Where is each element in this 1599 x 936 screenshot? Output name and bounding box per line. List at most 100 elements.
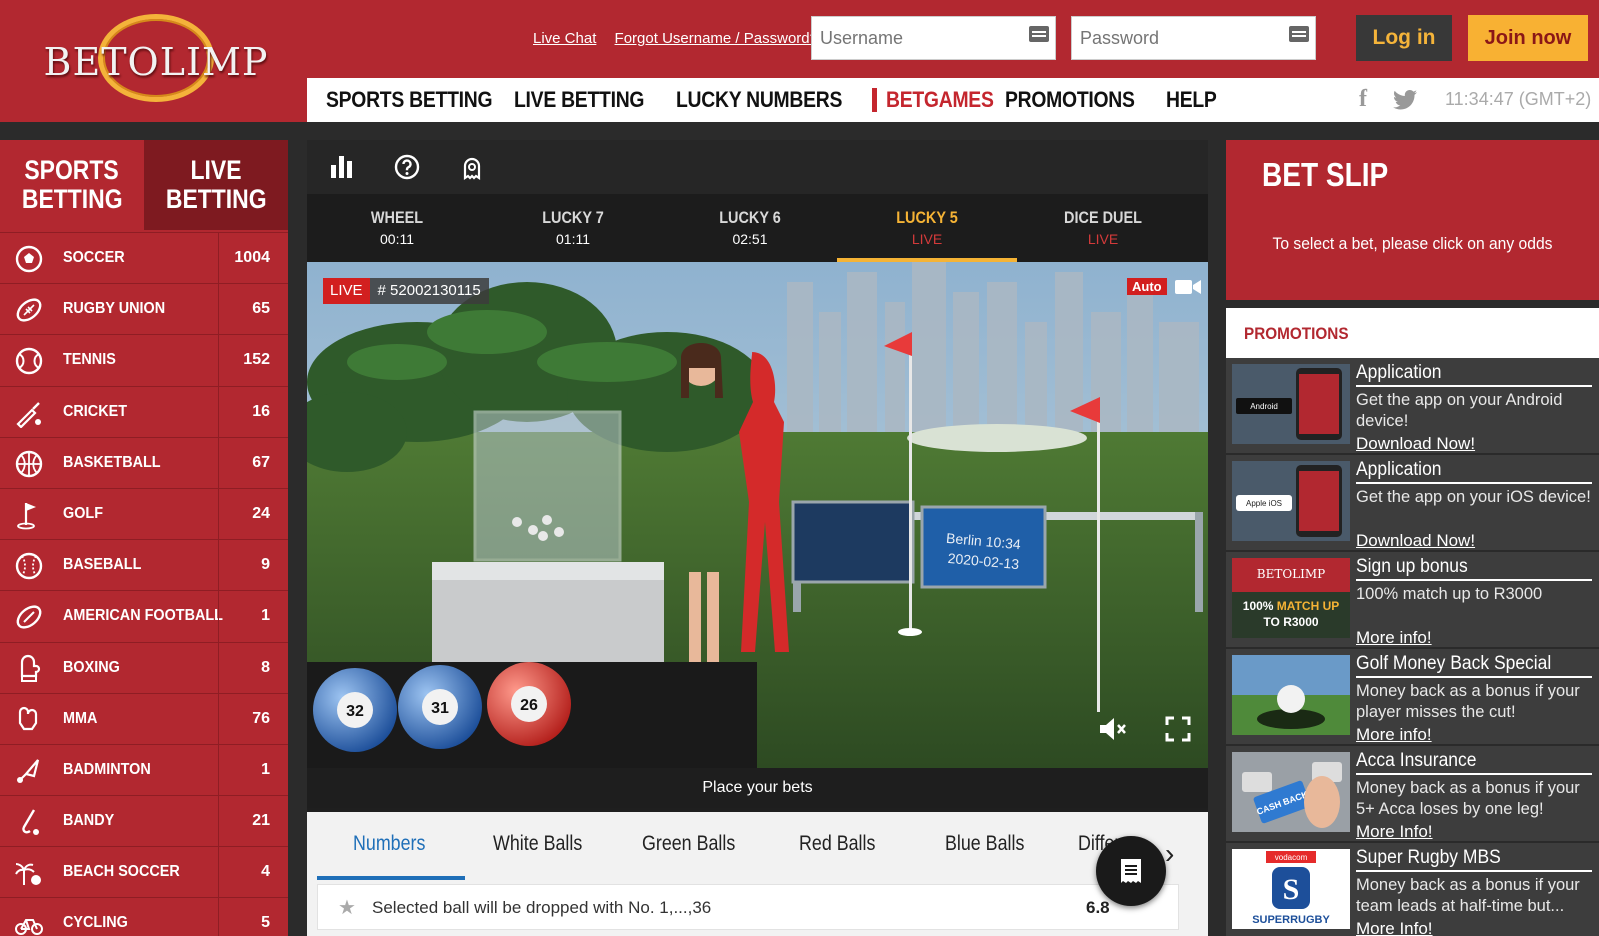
svg-text:100% MATCH UP: 100% MATCH UP <box>1243 599 1339 613</box>
forgot-password-link[interactable]: Forgot Username / Password? <box>615 30 818 47</box>
promotion-card[interactable]: BETOLIMP 100% MATCH UP TO R3000 Sign up bon… <box>1226 552 1599 649</box>
promotion-thumbnail: Apple iOS <box>1232 461 1350 541</box>
tab-white-balls[interactable]: White Balls <box>493 832 582 878</box>
live-chat-link[interactable]: Live Chat <box>533 30 596 47</box>
betolimp-logo[interactable]: BETOLIMP <box>36 14 276 104</box>
sport-name: CYCLING <box>63 914 128 932</box>
game-tab-name: WHEEL <box>370 208 424 227</box>
favorite-star-icon[interactable]: ★ <box>338 895 356 920</box>
game-tab[interactable]: WHEEL 00:11 <box>307 194 487 262</box>
live-video-stream[interactable]: Berlin 10:34 2020-02-13 32 31 26 LIVE # … <box>307 262 1208 768</box>
promotion-card[interactable]: Apple iOS Application Get the app on your … <box>1226 455 1599 552</box>
main-navigation: SPORTS BETTING LIVE BETTING LUCKY NUMBER… <box>307 78 1599 122</box>
promotion-link[interactable]: Download Now! <box>1356 434 1475 454</box>
promotion-description: 100% match up to R3000 <box>1356 585 1543 603</box>
sport-row[interactable]: TENNIS 152 <box>0 334 288 387</box>
sport-divider <box>218 540 219 592</box>
promotion-link[interactable]: More info! <box>1356 725 1432 745</box>
bet-slip-title: BET SLIP <box>1262 156 1389 193</box>
sport-name: BEACH SOCCER <box>63 863 180 881</box>
sport-row[interactable]: CRICKET 16 <box>0 385 288 438</box>
sport-row[interactable]: RUGBY UNION 65 <box>0 283 288 336</box>
camera-icon[interactable] <box>1175 278 1201 296</box>
promotion-card[interactable]: vodacom S SUPERRUGBY Super Rugby MBS Money b… <box>1226 843 1599 936</box>
sport-row[interactable]: AMERICAN FOOTBALL 1 <box>0 590 288 643</box>
sport-row[interactable]: BASEBALL 9 <box>0 539 288 592</box>
boxing-glove-icon <box>20 654 41 682</box>
nav-sports-betting[interactable]: SPORTS BETTING <box>326 87 493 113</box>
drawn-ball-2: 31 <box>431 700 449 717</box>
sport-row[interactable]: BADMINTON 1 <box>0 743 288 796</box>
nav-live-betting[interactable]: LIVE BETTING <box>514 87 644 113</box>
game-rules-icon[interactable] <box>457 152 487 182</box>
login-button[interactable]: Log in <box>1356 15 1452 61</box>
promotion-link[interactable]: More info! <box>1356 628 1432 648</box>
nav-help[interactable]: HELP <box>1166 87 1217 113</box>
sport-row[interactable]: SOCCER 1004 <box>0 232 288 284</box>
baseball-icon <box>15 552 43 580</box>
tab-live-betting[interactable]: LIVE BETTING <box>144 140 288 230</box>
password-input[interactable] <box>1071 16 1316 60</box>
promotion-card[interactable]: Android Application Get the app on your An… <box>1226 358 1599 455</box>
chevron-right-icon[interactable]: › <box>1165 838 1174 870</box>
betslip-fab-button[interactable] <box>1096 836 1166 906</box>
tab-green-balls[interactable]: Green Balls <box>642 832 735 878</box>
android-badge-text: Android <box>1250 402 1278 411</box>
sport-row[interactable]: GOLF 24 <box>0 487 288 540</box>
tab-numbers[interactable]: Numbers <box>353 832 425 878</box>
nav-lucky-numbers[interactable]: LUCKY NUMBERS <box>676 87 842 113</box>
auto-quality-badge[interactable]: Auto <box>1127 278 1167 295</box>
sports-sidebar: SPORTS BETTING LIVE BETTING SOCCER 1004 RU… <box>0 140 288 936</box>
help-icon[interactable] <box>392 152 422 182</box>
sport-row[interactable]: MMA 76 <box>0 692 288 745</box>
promotion-title-text: Golf Money Back Special <box>1356 653 1552 674</box>
promotion-link[interactable]: Download Now! <box>1356 531 1475 551</box>
join-now-button[interactable]: Join now <box>1468 15 1588 61</box>
sport-event-count: 4 <box>261 863 270 881</box>
sport-row[interactable]: BEACH SOCCER 4 <box>0 846 288 899</box>
sport-row[interactable]: BOXING 8 <box>0 641 288 694</box>
studio-scene: Berlin 10:34 2020-02-13 32 31 26 <box>307 262 1208 768</box>
promotion-title-text: Sign up bonus <box>1356 556 1468 577</box>
facebook-icon[interactable]: f <box>1359 86 1367 113</box>
sport-name: BASKETBALL <box>63 453 161 471</box>
promotion-description: Money back as a bonus if your team leads… <box>1356 876 1580 915</box>
tab-sports-betting[interactable]: SPORTS BETTING <box>0 140 144 230</box>
tab-blue-balls[interactable]: Blue Balls <box>945 832 1024 878</box>
sport-row[interactable]: BANDY 21 <box>0 795 288 848</box>
bet-option-row[interactable]: ★ Selected ball will be dropped with No.… <box>317 884 1179 930</box>
sport-row[interactable]: CYCLING 5 <box>0 897 288 936</box>
receipt-icon <box>1121 859 1141 883</box>
logo-wordmark: BETOLIMP <box>43 40 269 84</box>
promotion-thumbnail <box>1232 655 1350 735</box>
statistics-icon[interactable] <box>327 152 357 182</box>
bet-odds[interactable]: 6.8 <box>1086 898 1110 918</box>
nav-promotions[interactable]: PROMOTIONS <box>1005 87 1135 113</box>
game-tab[interactable]: LUCKY 6 02:51 <box>660 194 840 262</box>
game-tab-name: DICE DUEL <box>1064 208 1142 227</box>
sport-event-count: 1 <box>261 760 270 778</box>
keyboard-icon[interactable] <box>1029 26 1049 42</box>
bet-description: Selected ball will be dropped with No. 1… <box>372 898 712 917</box>
nav-betgames[interactable]: BETGAMES <box>886 87 994 113</box>
sport-divider <box>218 591 219 643</box>
promotion-card[interactable]: Golf Money Back Special Money back as a b… <box>1226 649 1599 746</box>
username-input[interactable] <box>811 16 1056 60</box>
tab-red-balls[interactable]: Red Balls <box>799 832 875 878</box>
game-tab[interactable]: DICE DUEL LIVE <box>1013 194 1193 262</box>
sport-divider <box>218 744 219 796</box>
mute-icon[interactable] <box>1097 714 1127 744</box>
promotion-link[interactable]: More Info! <box>1356 822 1433 842</box>
game-tab[interactable]: LUCKY 5 LIVE <box>837 194 1017 262</box>
keyboard-icon[interactable] <box>1289 26 1309 42</box>
twitter-icon[interactable] <box>1393 90 1417 110</box>
sport-name: AMERICAN FOOTBALL <box>63 607 223 625</box>
game-tab[interactable]: LUCKY 7 01:11 <box>483 194 663 262</box>
sport-row[interactable]: BASKETBALL 67 <box>0 436 288 489</box>
promotion-link[interactable]: More Info! <box>1356 919 1433 936</box>
fullscreen-icon[interactable] <box>1165 716 1191 742</box>
game-tab-name: LUCKY 7 <box>542 208 604 227</box>
promotion-card[interactable]: CASH BACK Acca Insurance Money back as a b… <box>1226 746 1599 843</box>
sport-name: BANDY <box>63 812 115 830</box>
sport-divider <box>218 642 219 694</box>
